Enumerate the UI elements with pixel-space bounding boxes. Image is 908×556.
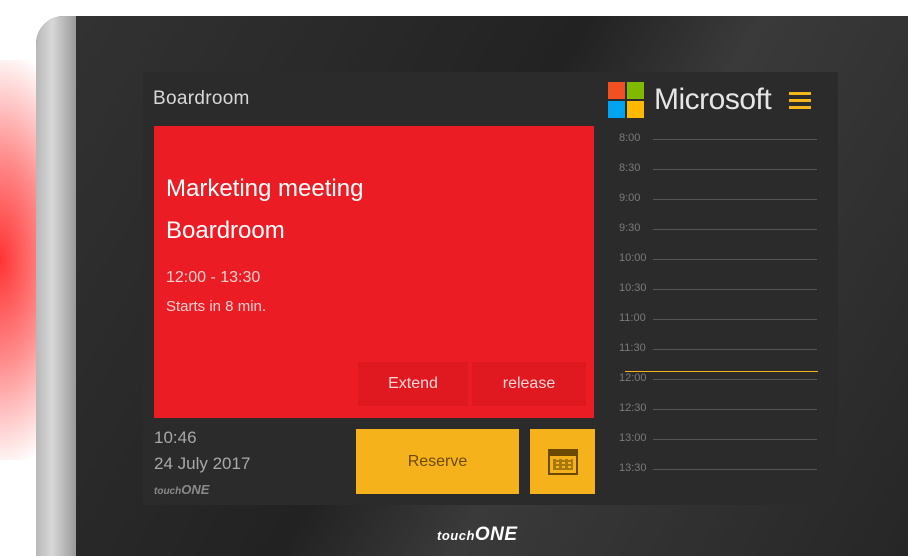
extend-button[interactable]: Extend	[358, 362, 468, 406]
timeline-slot: 9:30	[603, 222, 823, 236]
meeting-time-range: 12:00 - 13:30	[166, 269, 261, 286]
timeline-slot-label: 12:30	[619, 402, 647, 414]
timeline-slot-line	[653, 199, 817, 200]
logo-prefix: touch	[154, 486, 182, 497]
current-date: 24 July 2017	[154, 454, 251, 473]
logo-prefix: touch	[437, 528, 475, 543]
timeline-slot-line	[653, 289, 817, 290]
release-button[interactable]: release	[472, 362, 586, 406]
timeline-slot: 13:30	[603, 462, 823, 476]
timeline-slot-label: 8:00	[619, 132, 641, 144]
logo-suffix: ONE	[181, 482, 210, 497]
timeline-slot: 9:00	[603, 192, 823, 206]
brand-header: Microsoft	[608, 82, 812, 118]
touchone-logo-small: touchONE	[154, 482, 209, 497]
calendar-icon	[547, 448, 578, 475]
hamburger-bar	[789, 105, 812, 109]
hamburger-bar	[789, 98, 812, 102]
meeting-title: Marketing meeting	[166, 175, 364, 202]
meeting-location: Boardroom	[166, 217, 285, 244]
timeline-slot-line	[653, 469, 817, 470]
timeline-slot: 11:00	[603, 312, 823, 326]
schedule-timeline: 8:00 8:30 9:00 9:30 10:00 10:30 11:00 11:30 12:0…	[603, 132, 823, 502]
timeline-slot-label: 13:00	[619, 432, 647, 444]
timeline-slot-line	[653, 409, 817, 410]
timeline-slot-line	[653, 349, 817, 350]
timeline-slot: 10:00	[603, 252, 823, 266]
hamburger-icon[interactable]	[789, 91, 812, 109]
logo-square-green	[627, 82, 644, 99]
timeline-slot-line	[653, 169, 817, 170]
touchone-logo: touchONE	[437, 524, 518, 546]
timeline-slot-label: 11:00	[619, 312, 646, 324]
timeline-slot: 13:00	[603, 432, 823, 446]
timeline-slot-label: 9:00	[619, 192, 641, 204]
timeline-slot-label: 8:30	[619, 162, 641, 174]
timeline-slot: 12:00	[603, 372, 823, 386]
logo-square-red	[608, 82, 625, 99]
device-edge	[36, 16, 76, 556]
timeline-slot: 10:30	[603, 282, 823, 296]
timeline-slot-label: 11:30	[619, 342, 646, 354]
logo-square-blue	[608, 101, 625, 118]
room-title: Boardroom	[153, 88, 250, 109]
calendar-icon-grid	[552, 458, 573, 470]
current-time: 10:46	[154, 428, 197, 447]
timeline-slot-line	[653, 319, 817, 320]
timeline-slot-label: 10:30	[619, 282, 647, 294]
reserve-button[interactable]: Reserve	[356, 429, 519, 494]
timeline-slot-line	[653, 139, 817, 140]
timeline-slot-line	[653, 439, 817, 440]
timeline-slot: 12:30	[603, 402, 823, 416]
hamburger-bar	[789, 91, 812, 95]
timeline-slot: 8:00	[603, 132, 823, 146]
timeline-slot-label: 9:30	[619, 222, 641, 234]
meeting-starts-in: Starts in 8 min.	[166, 298, 267, 315]
brand-name: Microsoft	[654, 83, 772, 116]
timeline-slot-line	[653, 259, 817, 260]
timeline-slot-line	[653, 229, 817, 230]
timeline-slot-label: 13:30	[619, 462, 647, 474]
logo-square-yellow	[627, 101, 644, 118]
timeline-slot: 8:30	[603, 162, 823, 176]
logo-suffix: ONE	[474, 524, 518, 545]
current-meeting-card: Marketing meeting Boardroom 12:00 - 13:3…	[154, 126, 594, 418]
timeline-slot-label: 12:00	[619, 372, 647, 384]
microsoft-logo-icon	[608, 82, 644, 118]
calendar-button[interactable]	[530, 429, 595, 494]
room-display-screen: Boardroom Microsoft Marketing meeting Bo…	[143, 72, 838, 505]
timeline-slot-label: 10:00	[619, 252, 647, 264]
timeline-slot: 11:30	[603, 342, 823, 356]
timeline-slot-line	[653, 379, 817, 380]
